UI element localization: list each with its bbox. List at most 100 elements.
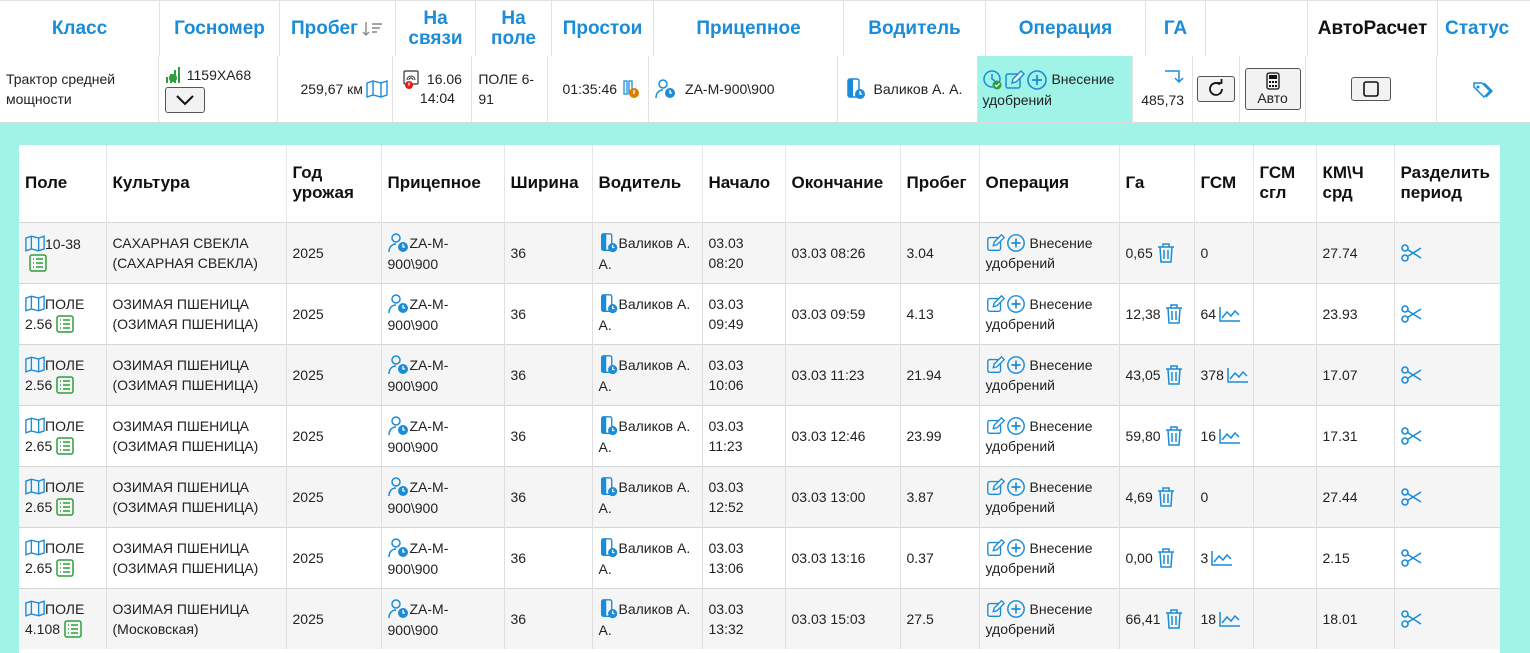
expand-button[interactable]	[164, 86, 205, 113]
add-circle-icon[interactable]	[1006, 538, 1026, 558]
col-na-pole[interactable]: На поле	[476, 1, 552, 56]
col-voditel[interactable]: Водитель	[844, 1, 986, 56]
col-ga[interactable]: Га	[1119, 145, 1195, 222]
table-row[interactable]: ПОЛЕ 2.56 ОЗИМАЯ ПШЕНИЦА (ОЗИМАЯ ПШЕНИЦА)…	[19, 343, 1500, 405]
col-gsm-sgl[interactable]: ГСМ сгл	[1253, 145, 1317, 222]
tags-icon[interactable]	[1472, 80, 1494, 98]
list-icon[interactable]	[56, 375, 74, 394]
vehicle-row[interactable]: Трактор средней мощности 1159ХА68 259,67 …	[0, 56, 1530, 123]
scissors-icon[interactable]	[1400, 304, 1500, 324]
vehicle-voditel-cell[interactable]: Валиков А. А.	[838, 56, 979, 122]
pritsepnoe-cell[interactable]: ZA-M- 900\900	[381, 465, 505, 527]
add-circle-icon[interactable]	[1006, 416, 1026, 436]
operatsiya-cell[interactable]: Внесение удобрений	[979, 526, 1120, 588]
map-icon[interactable]	[25, 356, 45, 373]
add-circle-icon[interactable]	[1006, 355, 1026, 375]
map-icon[interactable]	[25, 539, 45, 556]
trash-icon[interactable]	[1157, 242, 1175, 263]
scissors-icon[interactable]	[1400, 243, 1500, 263]
line-chart-icon[interactable]	[1219, 306, 1241, 322]
scissors-icon[interactable]	[1400, 365, 1500, 385]
voditel-cell[interactable]: Валиков А. А.	[592, 221, 703, 283]
pritsepnoe-cell[interactable]: ZA-M- 900\900	[381, 526, 505, 588]
edit-icon[interactable]	[986, 477, 1006, 497]
list-icon[interactable]	[56, 497, 74, 516]
col-razdelit[interactable]: Разделить период	[1394, 145, 1500, 222]
operatsiya-cell[interactable]: Внесение удобрений	[979, 343, 1120, 405]
operatsiya-cell[interactable]: Внесение удобрений	[979, 465, 1120, 527]
history-check-icon[interactable]	[982, 69, 1004, 91]
operatsiya-cell[interactable]: Внесение удобрений	[979, 282, 1120, 344]
scissors-icon[interactable]	[1400, 426, 1500, 446]
edit-icon[interactable]	[986, 355, 1006, 375]
col-pritsepnoe[interactable]: Прицепное	[654, 1, 844, 56]
edit-icon[interactable]	[986, 416, 1006, 436]
trash-icon[interactable]	[1157, 486, 1175, 507]
trash-icon[interactable]	[1157, 547, 1175, 568]
pritsepnoe-cell[interactable]: ZA-M- 900\900	[381, 343, 505, 405]
edit-icon[interactable]	[1004, 69, 1026, 91]
col-pole[interactable]: Поле	[19, 145, 107, 222]
operatsiya-cell[interactable]: Внесение удобрений	[979, 221, 1120, 283]
add-circle-icon[interactable]	[1006, 233, 1026, 253]
edit-icon[interactable]	[986, 538, 1006, 558]
pritsepnoe-cell[interactable]: ZA-M- 900\900	[381, 282, 505, 344]
arrow-turn-down-icon[interactable]	[1163, 68, 1185, 86]
edit-icon[interactable]	[986, 294, 1006, 314]
sort-desc-icon[interactable]	[362, 20, 384, 38]
avtoraschet-toggle-button[interactable]	[1350, 77, 1391, 101]
col-god[interactable]: Год урожая	[286, 145, 382, 222]
map-icon[interactable]	[25, 600, 45, 617]
line-chart-icon[interactable]	[1219, 611, 1241, 627]
line-chart-icon[interactable]	[1227, 367, 1249, 383]
table-row[interactable]: ПОЛЕ 2.65 ОЗИМАЯ ПШЕНИЦА (ОЗИМАЯ ПШЕНИЦА)…	[19, 404, 1500, 466]
col-nachalo[interactable]: Начало	[702, 145, 786, 222]
col-ga[interactable]: ГА	[1146, 1, 1206, 56]
col-prostoi[interactable]: Простои	[552, 1, 654, 56]
table-row[interactable]: ПОЛЕ 2.65 ОЗИМАЯ ПШЕНИЦА (ОЗИМАЯ ПШЕНИЦА)…	[19, 526, 1500, 588]
col-operatsiya[interactable]: Операция	[986, 1, 1146, 56]
map-icon[interactable]	[25, 478, 45, 495]
col-na-svyazi[interactable]: На связи	[396, 1, 476, 56]
col-kultura[interactable]: Культура	[106, 145, 287, 222]
operatsiya-cell[interactable]: Внесение удобрений	[979, 404, 1120, 466]
trash-icon[interactable]	[1165, 609, 1183, 629]
add-circle-icon[interactable]	[1026, 69, 1048, 91]
idle-parking-icon[interactable]	[622, 79, 640, 99]
add-circle-icon[interactable]	[1006, 477, 1026, 497]
vehicle-pritsepnoe-cell[interactable]: ZA-M-900\900	[649, 56, 838, 122]
pritsepnoe-cell[interactable]: ZA-M- 900\900	[381, 221, 505, 283]
table-row[interactable]: ПОЛЕ 2.56 ОЗИМАЯ ПШЕНИЦА (ОЗИМАЯ ПШЕНИЦА)…	[19, 282, 1500, 344]
scissors-icon[interactable]	[1400, 609, 1500, 629]
table-row[interactable]: 10-38 САХАРНАЯ СВЕКЛА (САХАРНАЯ СВЕКЛА) 2…	[19, 221, 1500, 283]
map-icon[interactable]	[366, 80, 388, 98]
col-avtoraschet[interactable]: АвтоРасчет	[1308, 1, 1438, 56]
refresh-button[interactable]	[1197, 76, 1236, 102]
col-probeg[interactable]: Пробег	[900, 145, 980, 222]
col-klass[interactable]: Класс	[0, 1, 160, 56]
add-circle-icon[interactable]	[1006, 294, 1026, 314]
list-icon[interactable]	[56, 436, 74, 455]
col-km-ch[interactable]: КМ\Ч срд	[1316, 145, 1395, 222]
pritsepnoe-cell[interactable]: ZA-M- 900\900	[381, 404, 505, 466]
edit-icon[interactable]	[986, 233, 1006, 253]
map-icon[interactable]	[25, 417, 45, 434]
col-status[interactable]: Статус	[1438, 1, 1530, 56]
list-icon[interactable]	[29, 253, 47, 272]
voditel-cell[interactable]: Валиков А. А.	[592, 526, 703, 588]
map-icon[interactable]	[25, 235, 45, 252]
auto-button[interactable]: Авто	[1244, 68, 1301, 110]
line-chart-icon[interactable]	[1211, 550, 1233, 566]
voditel-cell[interactable]: Валиков А. А.	[592, 282, 703, 344]
scissors-icon[interactable]	[1400, 548, 1500, 568]
map-icon[interactable]	[25, 295, 45, 312]
col-probeg[interactable]: Пробег	[280, 1, 396, 56]
list-icon[interactable]	[56, 314, 74, 333]
col-pritsepnoe[interactable]: Прицепное	[381, 145, 505, 222]
col-shirina[interactable]: Ширина	[504, 145, 593, 222]
table-row[interactable]: ПОЛЕ 4.108 ОЗИМАЯ ПШЕНИЦА (Московская) 20…	[19, 587, 1500, 649]
list-icon[interactable]	[56, 558, 74, 577]
vehicle-operatsiya-cell[interactable]: Внесение удобрений	[978, 56, 1134, 122]
pritsepnoe-cell[interactable]: ZA-M- 900\900	[381, 587, 505, 649]
trash-icon[interactable]	[1165, 364, 1183, 385]
